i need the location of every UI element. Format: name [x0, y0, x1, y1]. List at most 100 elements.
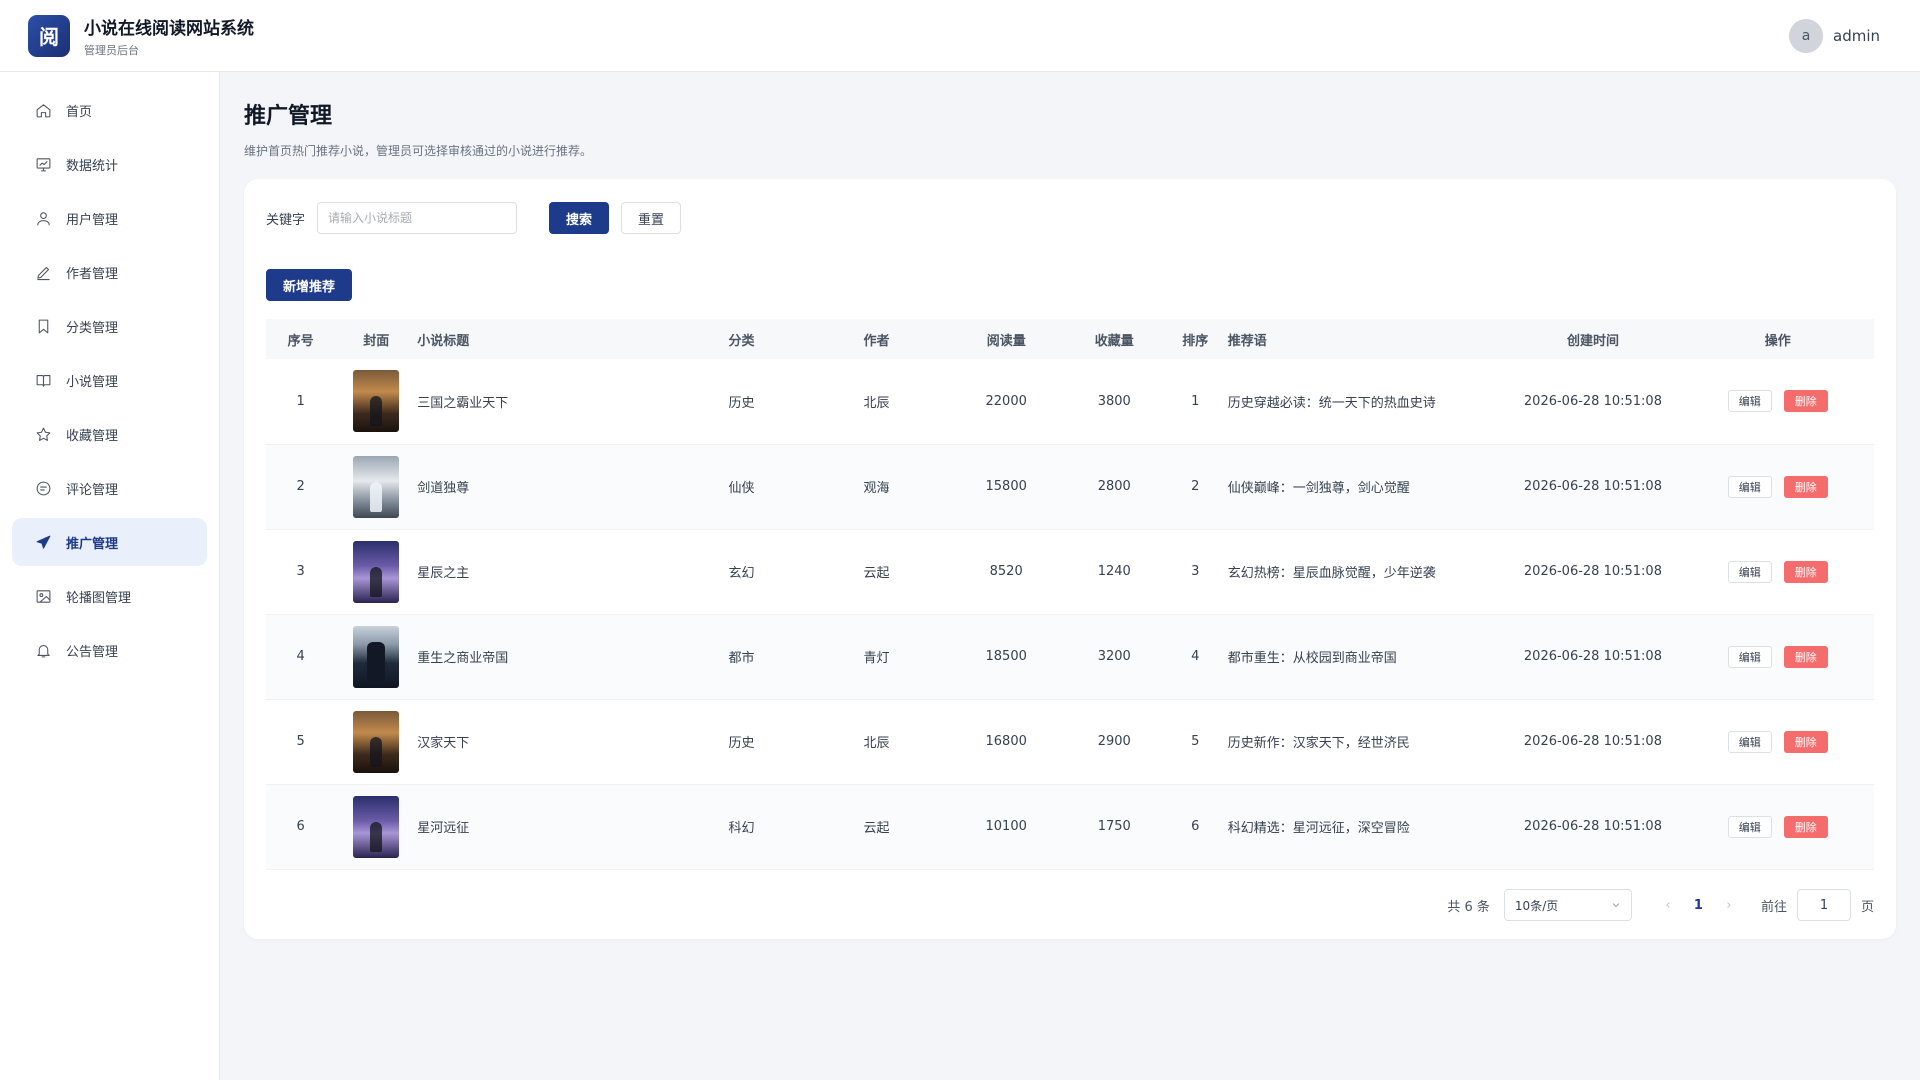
cell-favorites: 1240: [1097, 564, 1131, 579]
novel-cover-image[interactable]: [353, 710, 400, 773]
send-icon: [34, 533, 52, 551]
keyword-input[interactable]: [317, 202, 518, 234]
edit-button[interactable]: 编辑: [1727, 730, 1772, 753]
cell-author: 观海: [806, 444, 947, 529]
book-icon: [34, 371, 52, 389]
cell-title: 汉家天下: [417, 736, 470, 751]
sidebar-item-label: 小说管理: [66, 374, 119, 390]
reset-button[interactable]: 重置: [621, 202, 682, 234]
sidebar-item-comments[interactable]: 评论管理: [12, 464, 207, 512]
novel-cover-image[interactable]: [353, 370, 400, 433]
comment-icon: [34, 479, 52, 497]
cell-index: 2: [266, 444, 336, 529]
sidebar-item-statistics[interactable]: 数据统计: [12, 140, 207, 188]
novel-cover-image[interactable]: [353, 455, 400, 518]
star-icon: [34, 425, 52, 443]
header-slogan: 推荐语: [1227, 319, 1505, 359]
cell-slogan: 玄幻热榜：星辰血脉觉醒，少年逆袭: [1227, 566, 1436, 581]
novel-cover-image[interactable]: [353, 540, 400, 603]
cell-author: 云起: [806, 784, 947, 869]
novel-cover-image[interactable]: [353, 795, 400, 858]
edit-button[interactable]: 编辑: [1727, 390, 1772, 413]
edit-button[interactable]: 编辑: [1727, 815, 1772, 838]
cell-category: 都市: [676, 614, 807, 699]
app-title: 小说在线阅读网站系统: [84, 18, 254, 39]
cell-slogan: 历史新作：汉家天下，经世济民: [1227, 736, 1410, 751]
delete-button[interactable]: 删除: [1783, 475, 1828, 498]
delete-button[interactable]: 删除: [1783, 730, 1828, 753]
prev-page-icon[interactable]: ‹: [1662, 898, 1674, 913]
edit-button[interactable]: 编辑: [1727, 560, 1772, 583]
cell-title: 剑道独尊: [417, 444, 677, 529]
top-header: 阅 小说在线阅读网站系统 管理员后台 a admin: [0, 0, 1920, 72]
cell-actions: 编辑 删除: [1681, 614, 1874, 699]
filter-bar: 关键字 搜索 重置: [266, 201, 1874, 235]
delete-button[interactable]: 删除: [1783, 645, 1828, 668]
sidebar-item-promotion[interactable]: 推广管理: [12, 518, 207, 566]
novel-cover-image[interactable]: [353, 625, 400, 688]
cell-author: 北辰: [863, 736, 890, 751]
header-cover: 封面: [335, 319, 418, 359]
sidebar-item-label: 评论管理: [66, 482, 119, 498]
content-card: 关键字 搜索 重置 新增推荐 序号 封面 小说标题 分类 作者 阅读量: [244, 179, 1896, 939]
pagination: 共 6 条 10条/页 ‹ 1 › 前往 页: [1447, 889, 1874, 921]
pen-icon: [34, 263, 52, 281]
cell-title: 星河远征: [417, 784, 677, 869]
username[interactable]: admin: [1833, 27, 1880, 45]
sidebar-item-authors[interactable]: 作者管理: [12, 248, 207, 296]
search-button[interactable]: 搜索: [549, 202, 610, 234]
table-row: 3 星辰之主 玄幻 云起 8520 1240 3 玄幻热榜：星辰血脉觉醒，少年逆…: [266, 529, 1874, 614]
avatar[interactable]: a: [1789, 18, 1823, 53]
delete-button[interactable]: 删除: [1783, 560, 1828, 583]
cell-index: 5: [296, 734, 305, 749]
sidebar-item-carousel[interactable]: 轮播图管理: [12, 572, 207, 620]
cell-index: 6: [266, 784, 336, 869]
cell-reads: 10100: [946, 784, 1066, 869]
cell-cover: [335, 444, 418, 529]
cell-actions: 编辑 删除: [1682, 529, 1874, 614]
next-page-icon[interactable]: ›: [1723, 898, 1735, 913]
sidebar-item-users[interactable]: 用户管理: [12, 194, 207, 242]
bookmark-icon: [34, 317, 52, 335]
sidebar-item-label: 公告管理: [66, 644, 119, 660]
goto-page-input[interactable]: [1796, 889, 1851, 921]
cell-sort: 1: [1191, 393, 1200, 409]
sidebar-item-label: 数据统计: [66, 158, 119, 174]
cell-sort: 5: [1191, 734, 1200, 749]
cell-slogan: 仙侠巅峰：一剑独尊，剑心觉醒: [1227, 444, 1505, 529]
sidebar-item-favorites[interactable]: 收藏管理: [12, 410, 207, 458]
header-title: 小说标题: [417, 319, 677, 359]
cell-reads: 18500: [946, 614, 1066, 699]
sidebar-item-label: 推广管理: [66, 536, 119, 552]
cell-title: 星辰之主: [417, 566, 470, 581]
sidebar-item-novels[interactable]: 小说管理: [12, 356, 207, 404]
user-menu[interactable]: a admin: [1789, 18, 1880, 53]
add-recommendation-button[interactable]: 新增推荐: [266, 269, 353, 301]
edit-button[interactable]: 编辑: [1727, 475, 1772, 498]
sidebar-item-label: 轮播图管理: [66, 590, 132, 606]
brand[interactable]: 阅 小说在线阅读网站系统 管理员后台: [28, 14, 254, 58]
cell-favorites: 2800: [1065, 444, 1163, 529]
sidebar-item-home[interactable]: 首页: [12, 86, 207, 134]
sidebar-item-announcements[interactable]: 公告管理: [12, 626, 207, 674]
bell-icon: [34, 641, 52, 659]
sidebar-item-label: 首页: [66, 104, 93, 120]
page-number-current[interactable]: 1: [1694, 898, 1703, 913]
cell-created: 2026-06-28 10:51:08: [1504, 784, 1682, 869]
cell-actions: 编辑 删除: [1681, 444, 1874, 529]
cell-reads: 8520: [989, 564, 1023, 579]
delete-button[interactable]: 删除: [1783, 390, 1828, 413]
page-size-select[interactable]: 10条/页: [1503, 889, 1632, 921]
sidebar-item-label: 用户管理: [66, 212, 119, 228]
edit-button[interactable]: 编辑: [1727, 645, 1772, 668]
cell-category: 玄幻: [728, 566, 755, 581]
cell-favorites: 2900: [1097, 734, 1131, 749]
header-author: 作者: [806, 319, 947, 359]
cell-favorites: 3200: [1065, 614, 1163, 699]
chevron-down-icon: [1612, 903, 1620, 908]
delete-button[interactable]: 删除: [1783, 815, 1828, 838]
cell-created: 2026-06-28 10:51:08: [1504, 444, 1682, 529]
cell-slogan: 都市重生：从校园到商业帝国: [1227, 614, 1505, 699]
sidebar-item-categories[interactable]: 分类管理: [12, 302, 207, 350]
cell-category: 历史: [728, 395, 755, 411]
